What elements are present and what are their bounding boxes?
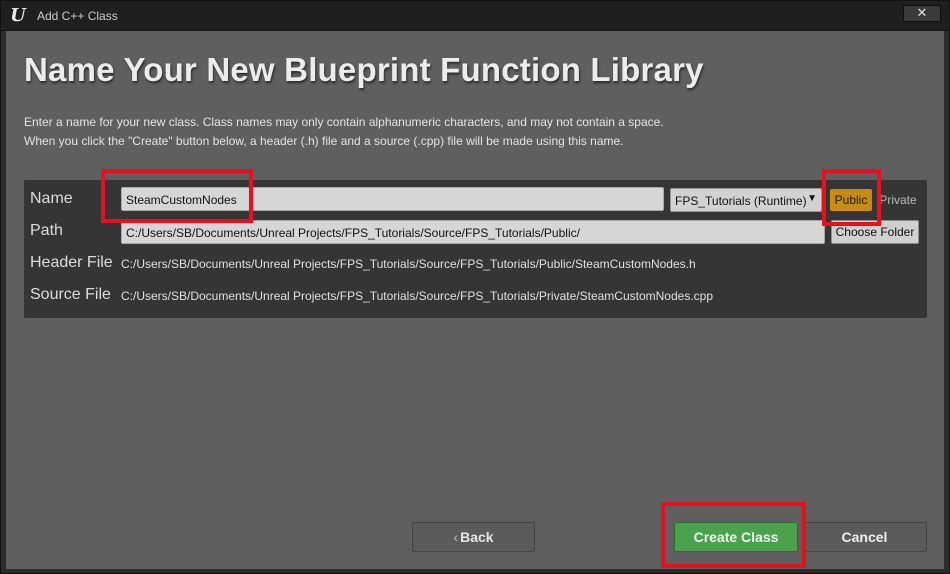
header-file-label: Header File (30, 254, 113, 271)
choose-folder-button[interactable]: Choose Folder (831, 220, 919, 244)
title-bar[interactable]: U Add C++ Class ✕ (1, 1, 949, 31)
path-input[interactable]: C:/Users/SB/Documents/Unreal Projects/FP… (121, 220, 825, 244)
unreal-logo-icon: U (10, 5, 26, 26)
path-label: Path (30, 222, 63, 239)
window-title: Add C++ Class (37, 9, 118, 23)
description-line-2: When you click the "Create" button below… (24, 134, 624, 148)
description-line-1: Enter a name for your new class. Class n… (24, 115, 664, 129)
class-details-panel: Name SteamCustomNodes FPS_Tutorials (Run… (24, 180, 927, 318)
chevron-left-icon: ‹ (453, 529, 459, 545)
page-title: Name Your New Blueprint Function Library (24, 51, 704, 88)
close-icon: ✕ (916, 5, 928, 20)
private-toggle[interactable]: Private (876, 189, 920, 211)
module-dropdown-value: FPS_Tutorials (Runtime) (675, 194, 807, 208)
source-file-path: C:/Users/SB/Documents/Unreal Projects/FP… (121, 289, 713, 303)
class-name-input[interactable]: SteamCustomNodes (121, 187, 664, 211)
cancel-button[interactable]: Cancel (802, 522, 927, 552)
close-button[interactable]: ✕ (903, 5, 941, 22)
back-button-label: Back (460, 529, 494, 545)
name-label: Name (30, 190, 73, 207)
dialog-content: Name Your New Blueprint Function Library… (6, 31, 944, 569)
chevron-down-icon: ▼ (807, 193, 817, 204)
module-dropdown[interactable]: FPS_Tutorials (Runtime) ▼ (670, 188, 822, 212)
source-file-label: Source File (30, 286, 111, 303)
header-file-path: C:/Users/SB/Documents/Unreal Projects/FP… (121, 257, 696, 271)
add-cpp-class-window: U Add C++ Class ✕ Name Your New Blueprin… (0, 0, 950, 574)
create-class-button[interactable]: Create Class (674, 522, 798, 552)
back-button[interactable]: ‹ Back (412, 522, 535, 552)
public-toggle[interactable]: Public (830, 189, 872, 211)
